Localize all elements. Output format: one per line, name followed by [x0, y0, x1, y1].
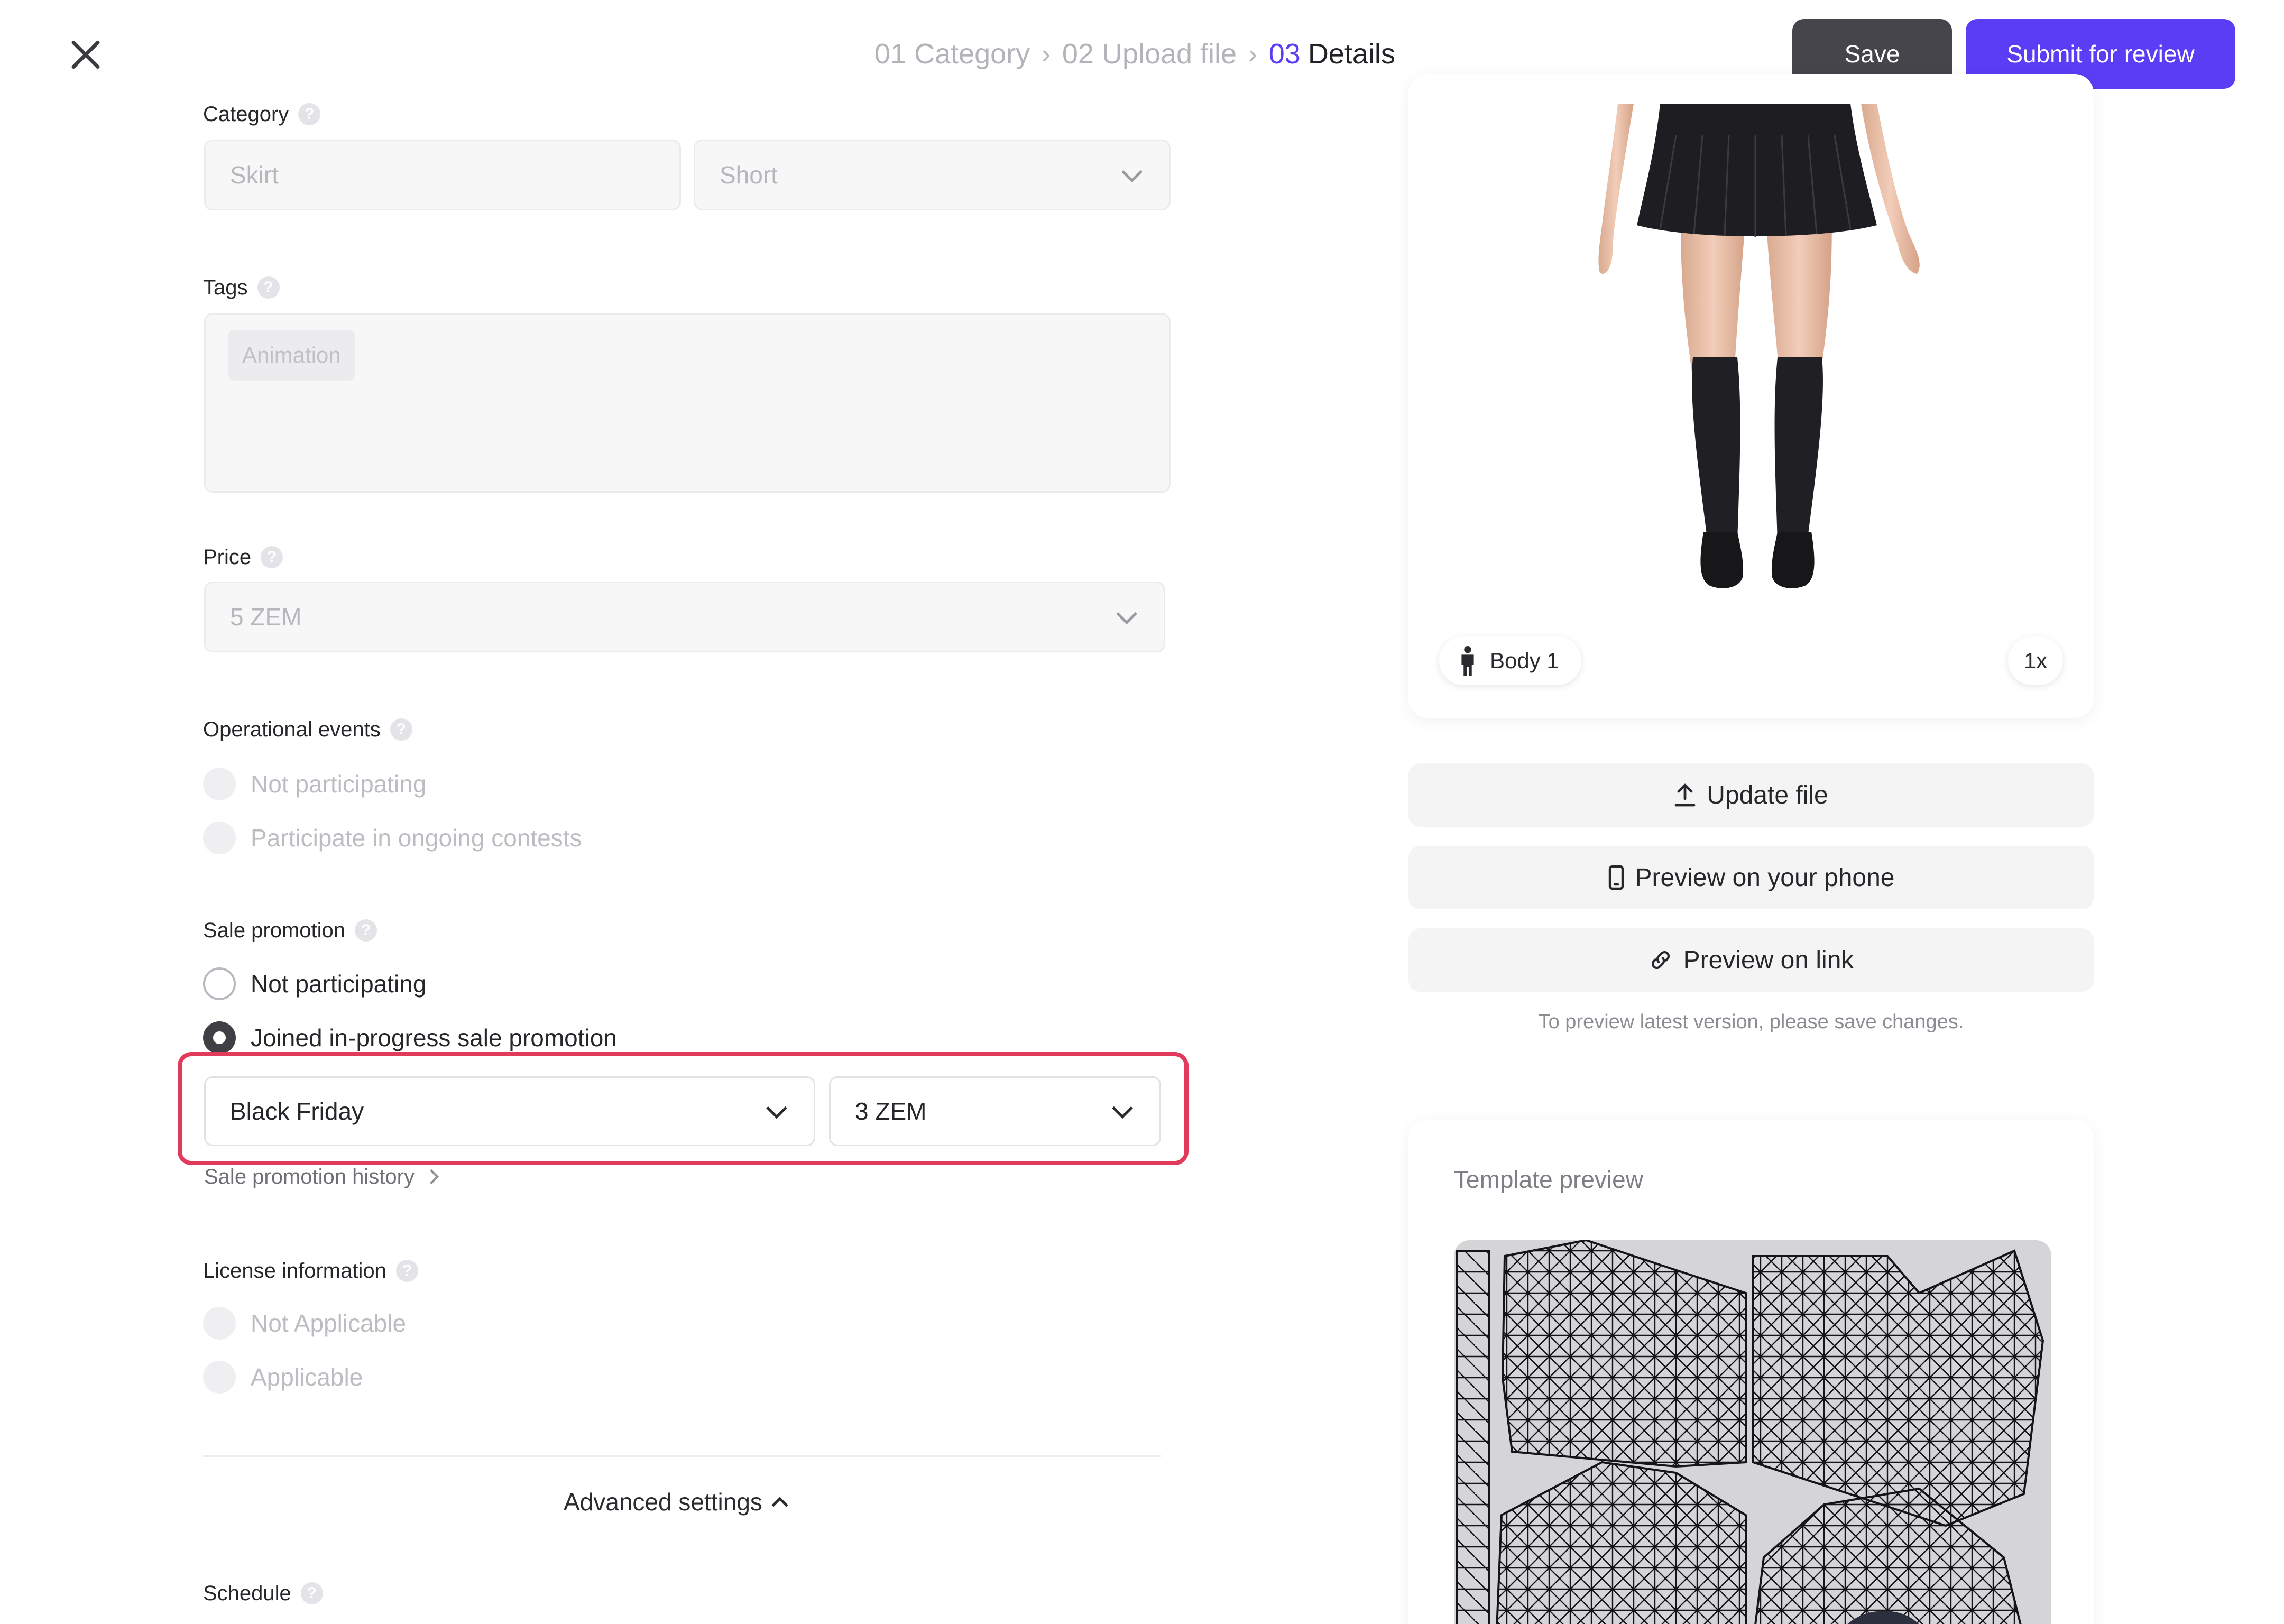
breadcrumb-step-upload[interactable]: 02 Upload file: [1062, 38, 1237, 70]
radio-label: Participate in ongoing contests: [251, 824, 582, 852]
sale-promotion-history-text[interactable]: Sale promotion history: [204, 1165, 415, 1189]
help-icon[interactable]: ?: [390, 718, 412, 741]
advanced-settings-toggle[interactable]: Advanced settings: [564, 1484, 788, 1519]
help-icon[interactable]: ?: [395, 1260, 418, 1282]
tags-label: Tags ?: [203, 274, 280, 301]
tags-label-text: Tags: [203, 275, 248, 299]
close-icon[interactable]: [63, 33, 108, 77]
category-primary-field: Skirt: [204, 140, 681, 210]
category-label-text: Category: [203, 102, 289, 126]
person-icon: [1461, 645, 1474, 676]
price-select: 5 ZEM: [204, 582, 1165, 652]
zoom-level[interactable]: 1x: [2024, 648, 2047, 673]
radio-button: [203, 1361, 236, 1394]
operational-events-label: Operational events ?: [203, 716, 412, 743]
breadcrumb-active-label: Details: [1307, 38, 1395, 70]
operational-events-option-not-participating: Not participating: [203, 767, 426, 801]
radio-label: Not participating: [251, 770, 427, 798]
sale-promotion-history-link[interactable]: Sale promotion history: [204, 1161, 439, 1193]
category-secondary-select: Short: [694, 140, 1171, 210]
category-label: Category ?: [203, 100, 321, 128]
help-icon[interactable]: ?: [355, 919, 377, 942]
radio-label[interactable]: Joined in-progress sale promotion: [251, 1023, 617, 1052]
breadcrumb: 01 Category › 02 Upload file › 03 Detail…: [874, 34, 1395, 74]
license-information-label: License information ?: [203, 1257, 418, 1285]
operational-events-option-contests: Participate in ongoing contests: [203, 820, 582, 855]
template-uv-preview: [1454, 1240, 2051, 1624]
preview-note: To preview latest version, please save c…: [1538, 1011, 1964, 1033]
body-type-label[interactable]: Body 1: [1490, 648, 1559, 673]
chevron-right-icon: ›: [1042, 39, 1051, 69]
radio-button: [203, 768, 236, 800]
help-icon[interactable]: ?: [261, 546, 283, 568]
preview-on-phone-label[interactable]: Preview on your phone: [1635, 863, 1895, 892]
sale-promotion-option-joined[interactable]: Joined in-progress sale promotion: [203, 1020, 617, 1055]
category-secondary-value: Short: [720, 161, 778, 189]
help-icon[interactable]: ?: [257, 276, 280, 299]
tag-chip: Animation: [228, 330, 355, 381]
radio-button: [203, 822, 236, 854]
radio-label[interactable]: Not participating: [251, 970, 426, 998]
radio-button[interactable]: [203, 967, 236, 1000]
license-option-applicable: Applicable: [203, 1360, 363, 1395]
chevron-down-icon: [1121, 161, 1143, 183]
radio-label: Applicable: [251, 1363, 363, 1391]
upload-icon: [1674, 783, 1696, 807]
schedule-label-text: Schedule: [203, 1581, 291, 1605]
chevron-up-icon: [771, 1497, 788, 1514]
sale-promotion-label-text: Sale promotion: [203, 918, 346, 942]
breadcrumb-active-number: 03: [1268, 38, 1301, 70]
phone-icon: [1608, 865, 1624, 890]
sale-promotion-option-not-participating[interactable]: Not participating: [203, 966, 426, 1001]
link-icon: [1651, 951, 1670, 970]
divider: [203, 1455, 1161, 1457]
price-label: Price ?: [203, 543, 283, 571]
chevron-down-icon: [1116, 603, 1137, 625]
zoom-chip[interactable]: 1x: [2008, 636, 2063, 685]
template-preview-title: Template preview: [1454, 1166, 1643, 1193]
operational-events-label-text: Operational events: [203, 717, 381, 741]
update-file-button[interactable]: Update file: [1408, 763, 2094, 827]
advanced-settings-label[interactable]: Advanced settings: [564, 1488, 762, 1516]
breadcrumb-step-category[interactable]: 01 Category: [874, 38, 1030, 70]
body-type-chip[interactable]: Body 1: [1439, 636, 1581, 685]
help-icon[interactable]: ?: [298, 103, 321, 125]
preview-on-phone-button[interactable]: Preview on your phone: [1408, 846, 2094, 909]
radio-button: [203, 1307, 236, 1340]
license-option-not-applicable: Not Applicable: [203, 1306, 406, 1341]
preview-on-link-label[interactable]: Preview on link: [1683, 946, 1854, 975]
help-icon[interactable]: ?: [300, 1582, 323, 1604]
category-primary-value: Skirt: [230, 161, 279, 189]
highlight-outline: [178, 1052, 1189, 1165]
price-value: 5 ZEM: [230, 603, 302, 631]
schedule-label: Schedule ?: [203, 1580, 323, 1607]
radio-button-selected[interactable]: [203, 1021, 236, 1054]
chevron-right-icon: [423, 1169, 439, 1185]
update-file-label[interactable]: Update file: [1707, 781, 1828, 810]
preview-on-link-button[interactable]: Preview on link: [1408, 928, 2094, 992]
license-information-label-text: License information: [203, 1259, 386, 1282]
avatar-model-preview[interactable]: [1581, 104, 1930, 601]
radio-label: Not Applicable: [251, 1309, 407, 1337]
uv-mesh-image: [1454, 1240, 2051, 1624]
chevron-right-icon: ›: [1248, 39, 1257, 69]
sale-promotion-label: Sale promotion ?: [203, 917, 377, 944]
price-label-text: Price: [203, 545, 252, 569]
